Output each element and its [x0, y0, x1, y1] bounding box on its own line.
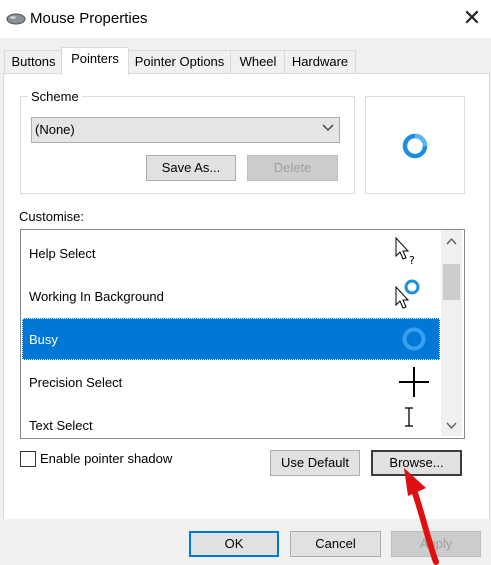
close-button[interactable]: ✕ [458, 4, 486, 32]
tab-label: Pointers [71, 51, 119, 66]
scroll-up-icon[interactable] [446, 237, 457, 246]
busy-ring-icon [402, 133, 428, 159]
window-title: Mouse Properties [30, 10, 148, 27]
use-default-button[interactable]: Use Default [270, 450, 360, 476]
tab-label: Hardware [291, 54, 349, 69]
list-item-help-select[interactable]: Help Select ? [22, 232, 440, 274]
tab-wheel[interactable]: Wheel [230, 50, 286, 73]
tab-label: Buttons [11, 54, 56, 69]
list-item-label: Working In Background [29, 289, 164, 304]
annotation-arrow-icon [404, 468, 439, 565]
list-item-label: Precision Select [29, 375, 123, 390]
scroll-down-icon[interactable] [446, 421, 457, 430]
scheme-label: Scheme [28, 89, 82, 104]
list-item-precision-select[interactable]: Precision Select [22, 361, 440, 403]
list-item-label: Text Select [29, 418, 93, 433]
tab-pointer-options[interactable]: Pointer Options [127, 50, 232, 73]
tab-hardware[interactable]: Hardware [284, 50, 356, 73]
text-ibeam-icon [405, 407, 413, 427]
pointer-shadow-checkbox[interactable] [20, 451, 36, 467]
mouse-icon [6, 13, 26, 25]
tab-label: Wheel [239, 54, 277, 69]
close-icon: ✕ [462, 5, 482, 30]
crosshair-icon [399, 367, 429, 397]
scheme-dropdown[interactable] [31, 117, 340, 143]
working-background-cursor-icon [395, 279, 420, 309]
ok-button[interactable]: OK [189, 531, 279, 557]
svg-text:?: ? [409, 254, 415, 266]
list-item-label: Busy [29, 332, 58, 347]
tab-pointers[interactable]: Pointers [61, 47, 129, 75]
list-item-busy[interactable]: Busy [22, 318, 440, 360]
scrollbar-thumb[interactable] [443, 264, 460, 300]
save-as-button[interactable]: Save As... [146, 155, 236, 181]
scheme-selected-value: (None) [35, 122, 75, 137]
list-scrollbar[interactable] [441, 230, 462, 436]
busy-ring-icon [402, 327, 426, 351]
cancel-button[interactable]: Cancel [290, 531, 381, 557]
list-item-text-select[interactable]: Text Select [22, 404, 440, 446]
customise-label: Customise: [19, 209, 85, 224]
delete-button[interactable]: Delete [247, 155, 338, 181]
list-item-working-in-background[interactable]: Working In Background [22, 275, 440, 317]
help-select-cursor-icon: ? [395, 236, 415, 266]
pointer-shadow-label: Enable pointer shadow [40, 451, 173, 466]
tab-buttons[interactable]: Buttons [4, 50, 63, 73]
tab-label: Pointer Options [134, 54, 225, 69]
chevron-down-icon [322, 124, 334, 131]
focus-outline [22, 318, 440, 360]
list-item-label: Help Select [29, 246, 96, 261]
